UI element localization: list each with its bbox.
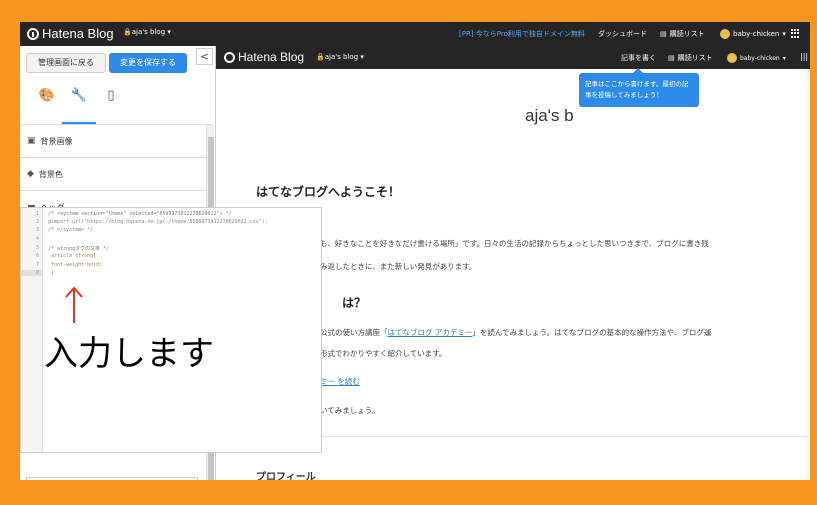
preview-reading-list-label: 購読リスト <box>677 54 713 62</box>
more-menu-icon[interactable]: ||| <box>800 52 808 61</box>
preview-user-name: baby-chicken <box>740 54 780 62</box>
reading-list-link[interactable]: ▤ 購読リスト <box>660 29 705 39</box>
preview-scrollbar[interactable] <box>806 69 810 480</box>
academy-link[interactable]: はてなブログ アカデミー <box>388 328 473 337</box>
collapse-panel-button[interactable]: < <box>196 48 213 65</box>
dashboard-link[interactable]: ダッシュボード <box>598 29 647 39</box>
code-line: /* strongタグの文末 */ <box>48 246 110 252</box>
reading-list-label: 購読リスト <box>669 30 705 38</box>
code-line: font-weight:bold; <box>48 262 103 268</box>
section-label: 背景色 <box>38 169 63 179</box>
save-changes-button[interactable]: 変更を保存する <box>109 53 187 73</box>
line-number-gutter: 1 2 3 4 5 6 7 8 <box>21 208 43 452</box>
code-line: /* </system> */ <box>48 227 94 233</box>
blog-selector[interactable]: 🔒aja's blog ▾ <box>123 28 171 36</box>
preview-user-menu[interactable]: baby-chicken ▾ <box>727 53 786 63</box>
paint-icon: ◆ <box>27 169 34 179</box>
avatar <box>720 29 730 39</box>
text-fragment: 」を読んでみましょう。はてなブログの基本的な操作方法や、ブログ運 <box>472 328 712 337</box>
lock-icon: 🔒 <box>316 53 325 61</box>
article-subheading: は？ <box>342 296 367 310</box>
preview-blog-selector[interactable]: 🔒aja's blog ▾ <box>316 53 364 61</box>
annotation-arrow-icon <box>65 286 83 323</box>
blog-title[interactable]: aja's b <box>525 106 574 126</box>
mobile-icon: ▯ <box>107 88 115 103</box>
article-paragraph: 形式でわかりやすく紹介しています。 <box>320 349 447 358</box>
section-label: 背景画像 <box>40 136 73 146</box>
line-number: 1 <box>35 211 39 217</box>
write-article-link[interactable]: 記事を書く <box>621 53 656 63</box>
screenshot-frame: Hatena Blog 🔒aja's blog ▾ [PR] 今ならPro利用で… <box>20 22 810 480</box>
avatar <box>727 53 737 63</box>
line-number-current: 8 <box>21 270 42 276</box>
hatena-logo-icon <box>27 27 39 40</box>
image-icon: ▣ <box>27 136 36 146</box>
reading-list-icon: ▤ <box>668 54 675 62</box>
hatena-logo[interactable]: Hatena Blog <box>27 26 114 41</box>
article-paragraph: いてみましょう。 <box>320 406 380 415</box>
tab-mobile[interactable]: ▯ <box>94 80 128 124</box>
code-line: /* <system section="theme" selected="859… <box>48 211 232 217</box>
back-to-admin-button[interactable]: 管理画面に戻る <box>26 53 106 73</box>
line-number: 4 <box>35 236 39 242</box>
wrench-icon: 🔧 <box>70 88 88 103</box>
preview-header: Hatena Blog 🔒aja's blog ▾ 記事を書く ▤ 購読リスト … <box>216 46 810 69</box>
article-paragraph: も、好きなことを好きなだけ書ける場所」です。日々の生活の記録からちょっとした思い… <box>320 239 709 248</box>
promo-link[interactable]: [PR] 今ならPro利用で独自ドメイン無料 <box>459 29 585 39</box>
profile-heading: プロフィール <box>256 472 316 480</box>
global-header: Hatena Blog 🔒aja's blog ▾ [PR] 今ならPro利用で… <box>20 22 810 46</box>
hatena-logo-text: Hatena Blog <box>42 26 114 41</box>
tab-theme[interactable]: 🎨 <box>30 80 64 124</box>
preview-logo-text: Hatena Blog <box>238 50 305 64</box>
line-number: 2 <box>35 219 39 225</box>
article-paragraph: み返したときに、また新しい発見があります。 <box>320 262 477 271</box>
lock-icon: 🔒 <box>123 28 132 36</box>
preview-blog-label: aja's blog <box>324 53 359 61</box>
tab-customize[interactable]: 🔧 <box>62 80 96 124</box>
reading-list-icon: ▤ <box>660 30 667 38</box>
design-tabs: 🎨 🔧 ▯ <box>20 80 212 125</box>
blog-selector-label: aja's blog <box>131 28 166 36</box>
apps-grid-icon[interactable] <box>791 29 799 38</box>
read-academy-link[interactable]: ミー を読む <box>320 376 360 387</box>
annotation-text: 入力します <box>44 334 214 374</box>
hatena-logo-icon <box>224 51 235 63</box>
section-background-image[interactable]: ▣ 背景画像 <box>20 125 206 158</box>
line-number: 3 <box>35 227 39 233</box>
preview-hatena-logo[interactable]: Hatena Blog <box>224 50 304 64</box>
user-menu[interactable]: baby-chicken ▾ <box>720 29 786 39</box>
line-number: 7 <box>35 262 39 268</box>
preview-reading-list-link[interactable]: ▤ 購読リスト <box>668 53 713 63</box>
code-line: article strong{ <box>48 253 97 259</box>
code-line: @import url("https://blog.hatena.ne.jp/-… <box>48 219 268 225</box>
article-paragraph: 公式の使い方講座「はてなブログ アカデミー」を読んでみましょう。はてなブログの基… <box>320 327 711 338</box>
divider <box>256 436 806 437</box>
line-number: 5 <box>35 245 39 251</box>
article-heading[interactable]: はてなブログへようこそ！ <box>256 183 400 200</box>
user-name: baby-chicken <box>733 30 780 38</box>
line-number: 6 <box>35 253 39 259</box>
css-textarea-bottom[interactable]: ◢ <box>26 477 198 480</box>
palette-icon: 🎨 <box>38 88 56 103</box>
text-fragment: 公式の使い方講座「 <box>320 328 388 337</box>
write-tooltip: 記事はここから書けます。最初の記事を投稿してみましょう！ <box>579 68 699 107</box>
code-line: } <box>48 270 55 276</box>
section-background-color[interactable]: ◆ 背景色 <box>20 158 206 191</box>
